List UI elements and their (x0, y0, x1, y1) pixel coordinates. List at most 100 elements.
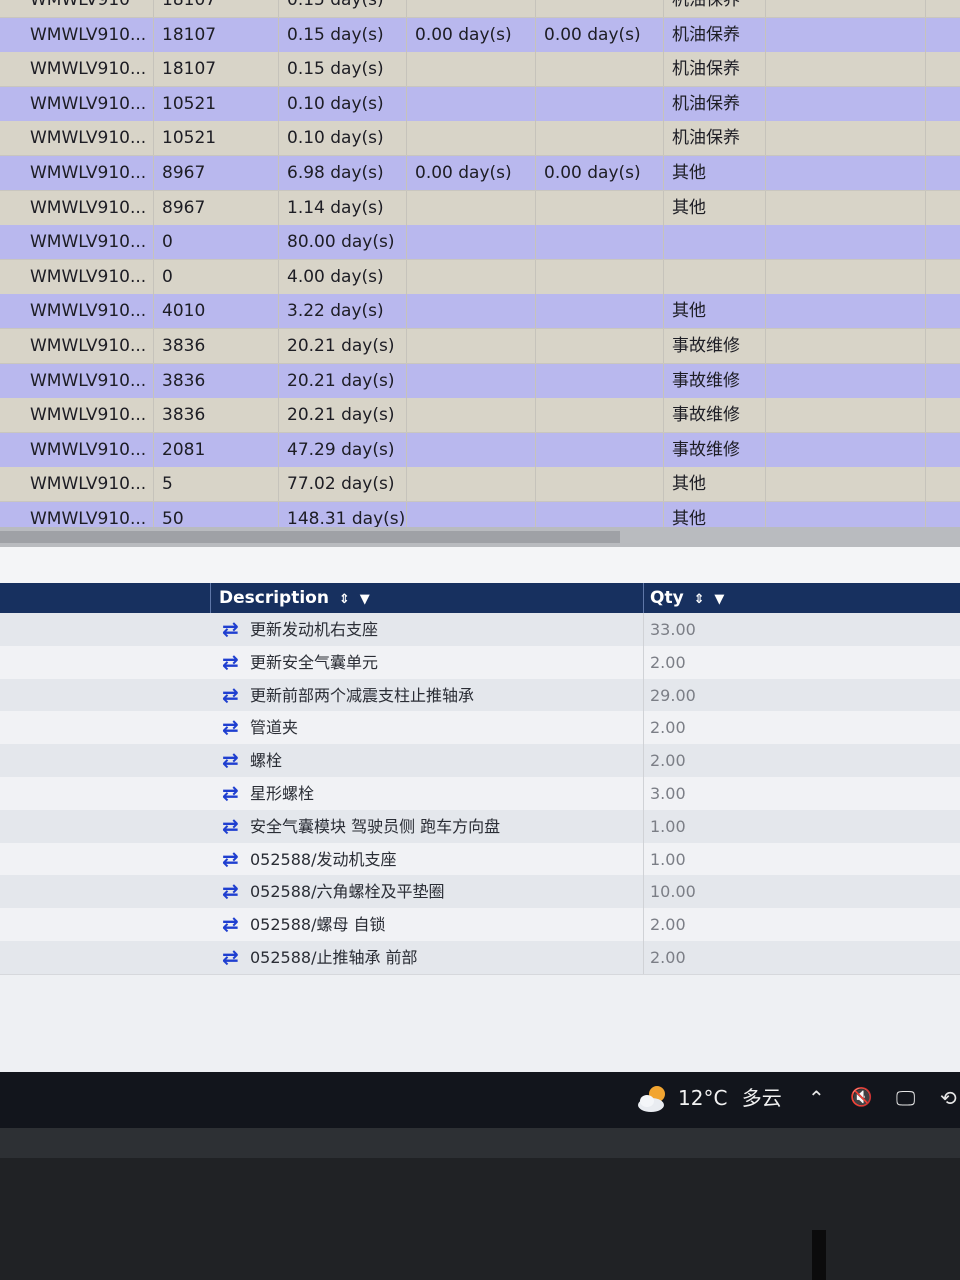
empty-cell (766, 17, 926, 52)
parts-row[interactable]: ⇄ 星形螺栓 3.00 (0, 777, 960, 811)
days-cell-3 (536, 467, 664, 502)
parts-row[interactable]: ⇄ 管道夹 2.00 (0, 711, 960, 746)
parts-row[interactable]: ⇄ 更新前部两个减震支柱止推轴承 29.00 (0, 678, 960, 713)
notification-icon[interactable]: ⟲ (940, 1072, 957, 1128)
table-row[interactable]: WMWLV910... 50 148.31 day(s) 其他 (0, 502, 960, 527)
weather-widget[interactable]: 12°C 多云 (678, 1072, 782, 1128)
table-row[interactable]: WMWLV910... 3836 20.21 day(s) 事故维修 (0, 398, 960, 434)
repair-type-cell: 机油保养 (664, 86, 766, 121)
repair-type-cell: 其他 (664, 294, 766, 329)
qty-header-label: Qty (650, 588, 684, 608)
table-row[interactable]: WMWLV910... 18107 0.15 day(s) 机油保养 (0, 52, 960, 88)
part-description: 052588/六角螺栓及平垫圈 (250, 882, 445, 902)
table-row[interactable]: WMWLV910... 8967 1.14 day(s) 其他 (0, 190, 960, 226)
panel-gap (0, 547, 960, 583)
vin-cell: WMWLV910... (22, 121, 154, 156)
vin-cell: WMWLV910... (22, 259, 154, 294)
weather-cloudy-icon[interactable] (636, 1083, 670, 1115)
table-row[interactable]: WMWLV910... 4010 3.22 day(s) 其他 (0, 294, 960, 330)
temperature-label: 12°C (678, 1086, 728, 1110)
table-row[interactable]: WMWLV910... 10521 0.10 day(s) 机油保养 (0, 86, 960, 122)
vin-cell: WMWLV910... (22, 225, 154, 260)
days-cell: 80.00 day(s) (279, 225, 407, 260)
days-cell: 3.22 day(s) (279, 294, 407, 329)
empty-cell (766, 190, 926, 225)
table-row[interactable]: WMWLV910... 3836 20.21 day(s) 事故维修 (0, 329, 960, 364)
mileage-cell: 0 (154, 259, 279, 294)
swap-arrows-icon[interactable]: ⇄ (222, 711, 239, 744)
table-row[interactable]: WMWLV910... 0 4.00 day(s) (0, 259, 960, 295)
description-column-header[interactable]: Description ⇕ ▼ (210, 583, 643, 613)
vin-cell: WMWLV910... (22, 329, 154, 363)
swap-arrows-icon[interactable]: ⇄ (222, 875, 239, 908)
empty-cell (766, 121, 926, 156)
qty-column-header[interactable]: Qty ⇕ ▼ (643, 583, 960, 613)
network-icon[interactable]: 🖵 (896, 1072, 915, 1128)
mileage-cell: 0 (154, 225, 279, 260)
days-cell-2 (407, 467, 536, 502)
days-cell-3 (536, 432, 664, 467)
chevron-up-icon[interactable]: ⌃ (808, 1072, 825, 1128)
mileage-cell: 10521 (154, 86, 279, 121)
repair-type-cell (664, 225, 766, 260)
table-row[interactable]: WMWLV910... 18107 0.15 day(s) 0.00 day(s) 0.… (0, 17, 960, 53)
empty-cell (766, 156, 926, 190)
filter-icon[interactable]: ▼ (714, 592, 724, 607)
screen: WMWLV910 18107 0.15 day(s) 机油保养 WMWLV910... 1… (0, 0, 960, 1128)
empty-cell (766, 52, 926, 87)
table-row[interactable]: WMWLV910... 10521 0.10 day(s) 机油保养 (0, 121, 960, 157)
table-row[interactable]: WMWLV910... 0 80.00 day(s) (0, 225, 960, 261)
monitor-cable (812, 1230, 826, 1280)
empty-cell (766, 0, 926, 17)
swap-arrows-icon[interactable]: ⇄ (222, 679, 239, 712)
speaker-muted-icon[interactable]: 🔇 (850, 1072, 872, 1128)
days-cell: 0.15 day(s) (279, 52, 407, 87)
table-row[interactable]: WMWLV910... 2081 47.29 day(s) 事故维修 (0, 432, 960, 468)
filter-icon[interactable]: ▼ (360, 592, 370, 607)
swap-arrows-icon[interactable]: ⇄ (222, 908, 239, 941)
vin-cell: WMWLV910... (22, 86, 154, 121)
vin-cell: WMWLV910... (22, 52, 154, 87)
sort-icon[interactable]: ⇕ (694, 592, 705, 607)
table-row[interactable]: WMWLV910... 3836 20.21 day(s) 事故维修 (0, 363, 960, 399)
parts-row[interactable]: ⇄ 螺栓 2.00 (0, 744, 960, 779)
empty-cell (766, 259, 926, 294)
horizontal-scrollbar[interactable] (0, 527, 960, 547)
repair-type-cell: 其他 (664, 156, 766, 190)
part-description: 052588/螺母 自锁 (250, 915, 386, 935)
part-description: 052588/止推轴承 前部 (250, 948, 418, 967)
mileage-cell: 18107 (154, 52, 279, 87)
table-row[interactable]: WMWLV910... 8967 6.98 day(s) 0.00 day(s) 0.0… (0, 156, 960, 191)
table-row[interactable]: WMWLV910 18107 0.15 day(s) 机油保养 (0, 0, 960, 18)
days-cell-2 (407, 259, 536, 294)
scrollbar-thumb[interactable] (0, 531, 620, 543)
swap-arrows-icon[interactable]: ⇄ (222, 646, 239, 679)
parts-row[interactable]: ⇄ 更新发动机右支座 33.00 (0, 613, 960, 647)
parts-row[interactable]: ⇄ 更新安全气囊单元 2.00 (0, 645, 960, 680)
swap-arrows-icon[interactable]: ⇄ (222, 744, 239, 777)
repair-type-cell: 事故维修 (664, 363, 766, 398)
empty-cell (766, 432, 926, 467)
empty-cell (766, 329, 926, 363)
parts-row[interactable]: ⇄ 052588/螺母 自锁 2.00 (0, 908, 960, 943)
parts-row[interactable]: ⇄ 052588/六角螺栓及平垫圈 10.00 (0, 875, 960, 910)
part-qty: 33.00 (643, 613, 696, 646)
parts-row[interactable]: ⇄ 052588/发动机支座 1.00 (0, 842, 960, 877)
swap-arrows-icon[interactable]: ⇄ (222, 843, 239, 876)
days-cell-3 (536, 363, 664, 398)
swap-arrows-icon[interactable]: ⇄ (222, 777, 239, 810)
parts-row[interactable]: ⇄ 052588/止推轴承 前部 2.00 (0, 941, 960, 975)
swap-arrows-icon[interactable]: ⇄ (222, 613, 239, 646)
mileage-cell: 3836 (154, 398, 279, 433)
part-qty: 3.00 (643, 777, 686, 810)
repair-type-cell: 事故维修 (664, 432, 766, 467)
part-qty: 1.00 (643, 842, 686, 876)
sort-icon[interactable]: ⇕ (339, 592, 350, 607)
swap-arrows-icon[interactable]: ⇄ (222, 941, 239, 974)
repair-type-cell (664, 259, 766, 294)
table-row[interactable]: WMWLV910... 5 77.02 day(s) 其他 (0, 467, 960, 503)
parts-row[interactable]: ⇄ 安全气囊模块 驾驶员侧 跑车方向盘 1.00 (0, 809, 960, 844)
swap-arrows-icon[interactable]: ⇄ (222, 810, 239, 843)
repair-type-cell: 机油保养 (664, 0, 766, 17)
days-cell-2: 0.00 day(s) (407, 156, 536, 190)
